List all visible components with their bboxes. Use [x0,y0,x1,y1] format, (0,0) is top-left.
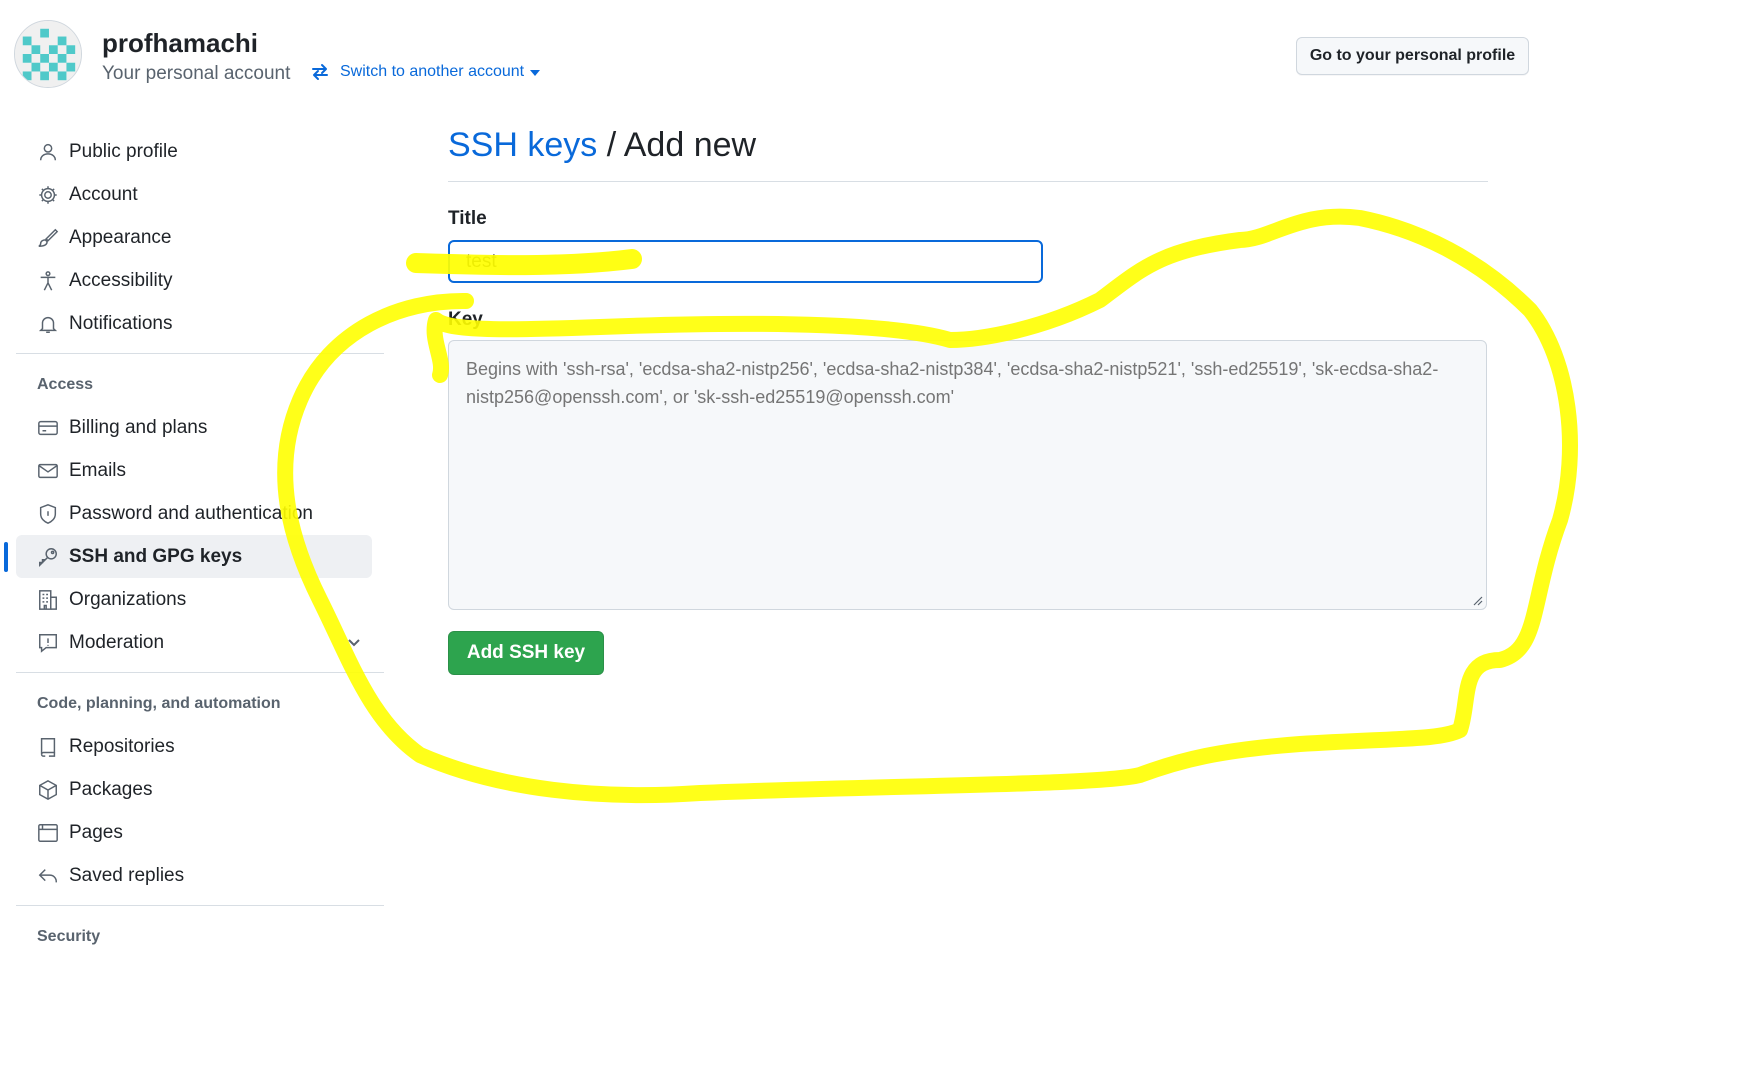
sidebar-item-label: Organizations [69,588,187,610]
title-label: Title [448,208,487,229]
sidebar-divider [16,353,384,354]
report-icon [36,631,60,655]
sidebar-item-label: Notifications [69,312,173,334]
sidebar-item-account[interactable]: Account [16,173,372,216]
breadcrumb-ssh-keys[interactable]: SSH keys [448,126,597,164]
key-field[interactable] [448,340,1487,610]
bell-icon [36,312,60,336]
sidebar-divider [16,672,384,673]
switch-account-link[interactable]: Switch to another account [310,62,541,82]
sidebar-item-label: Saved replies [69,864,185,886]
page-title: SSH keys / Add new [448,126,756,165]
sidebar-item-label: Moderation [69,631,165,653]
repo-icon [36,735,60,759]
person-icon [36,140,60,164]
sidebar-item-billing[interactable]: Billing and plans [16,406,372,449]
mail-icon [36,459,60,483]
sidebar-item-label: SSH and GPG keys [69,545,243,567]
add-ssh-key-button[interactable]: Add SSH key [448,631,604,675]
page-title-text: Add new [623,126,757,164]
credit-card-icon [36,416,60,440]
paintbrush-icon [36,226,60,250]
sidebar-item-appearance[interactable]: Appearance [16,216,372,259]
sidebar-divider [16,905,384,906]
sidebar-item-repositories[interactable]: Repositories [16,725,372,768]
gear-icon [36,183,60,207]
arrow-switch-icon [312,64,328,80]
sidebar-section-access: Access [37,376,94,393]
sidebar-item-saved-replies[interactable]: Saved replies [16,854,372,897]
sidebar-item-label: Repositories [69,735,175,757]
organization-icon [36,588,60,612]
key-icon [36,545,60,569]
sidebar-item-pages[interactable]: Pages [16,811,372,854]
reply-icon [36,864,60,888]
sidebar-item-notifications[interactable]: Notifications [16,302,372,345]
sidebar-item-ssh-gpg-keys[interactable]: SSH and GPG keys [4,535,372,578]
account-subtitle: Your personal account [102,63,291,84]
heading-divider [448,181,1488,182]
sidebar-item-packages[interactable]: Packages [16,768,372,811]
sidebar-item-label: Account [69,183,138,205]
sidebar-item-label: Packages [69,778,153,800]
sidebar-item-label: Billing and plans [69,416,208,438]
sidebar-item-organizations[interactable]: Organizations [16,578,372,621]
title-field[interactable] [448,240,1043,283]
browser-icon [36,821,60,845]
sidebar-item-emails[interactable]: Emails [16,449,372,492]
sidebar-item-label: Pages [69,821,123,843]
sidebar-item-label: Emails [69,459,127,481]
package-icon [36,778,60,802]
caret-down-icon [530,70,541,76]
go-to-profile-button[interactable]: Go to your personal profile [1296,37,1529,75]
sidebar-item-moderation[interactable]: Moderation [16,621,372,664]
accessibility-icon [36,269,60,293]
settings-sidebar: Public profile Account Appearance Access… [4,130,384,958]
chevron-down-icon[interactable] [346,634,362,650]
sidebar-section-code: Code, planning, and automation [37,695,281,712]
sidebar-item-label: Appearance [69,226,172,248]
sidebar-item-accessibility[interactable]: Accessibility [16,259,372,302]
switch-account-label: Switch to another account [340,63,525,80]
sidebar-section-security: Security [37,928,101,945]
sidebar-item-password[interactable]: Password and authentication [16,492,372,535]
sidebar-item-label: Accessibility [69,269,173,291]
sidebar-item-public-profile[interactable]: Public profile [16,130,372,173]
breadcrumb-separator: / [606,126,617,164]
sidebar-item-label: Public profile [69,140,178,162]
key-label: Key [448,309,483,330]
resize-handle-icon[interactable] [1471,594,1483,606]
avatar [14,20,82,88]
identicon-image [15,21,81,87]
shield-icon [36,502,60,526]
sidebar-item-label: Password and authentication [69,502,313,524]
account-name: profhamachi [102,28,259,58]
